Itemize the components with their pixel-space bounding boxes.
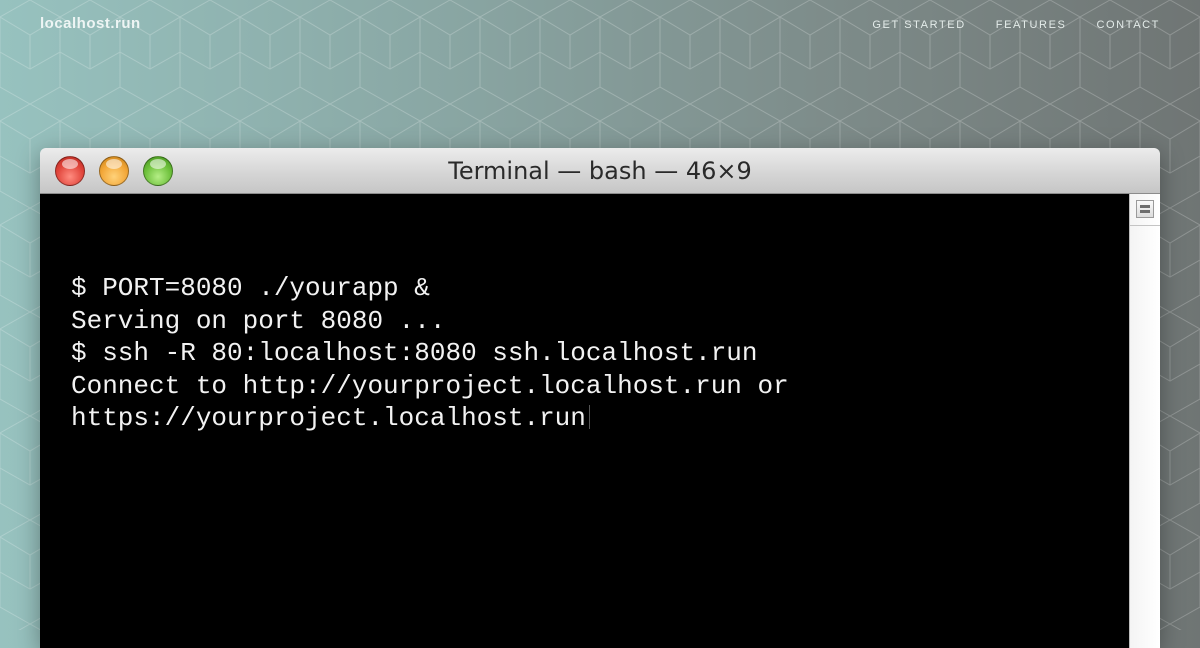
nav-link-contact[interactable]: CONTACT [1096, 19, 1160, 31]
terminal-line: Serving on port 8080 ... [71, 305, 446, 336]
scrollbar-divider [1130, 225, 1160, 226]
text-cursor [588, 405, 590, 429]
terminal-scrollbar[interactable] [1129, 194, 1160, 648]
terminal-line: $ PORT=8080 ./yourapp & [71, 273, 430, 303]
split-pane-icon[interactable] [1136, 200, 1154, 218]
terminal-titlebar[interactable]: Terminal — bash — 46×9 [40, 148, 1160, 194]
terminal-line: Connect to http://yourproject.localhost.… [71, 370, 789, 401]
nav-link-features[interactable]: FEATURES [996, 19, 1067, 31]
terminal-line-last: https://yourproject.localhost.run [71, 402, 789, 435]
brand-logo-link[interactable]: localhost.run [40, 15, 141, 32]
terminal-line: https://yourproject.localhost.run [71, 403, 586, 433]
terminal-screen[interactable]: $ PORT=8080 ./yourapp & Serving on port 8… [40, 194, 1129, 648]
terminal-window: Terminal — bash — 46×9 $ PORT=8080 ./you… [40, 148, 1160, 648]
nav-link-get-started[interactable]: GET STARTED [872, 19, 965, 31]
top-navigation-bar: localhost.run GET STARTED FEATURES CONTA… [0, 0, 1200, 50]
terminal-line: $ ssh -R 80:localhost:8080 ssh.localhost… [71, 338, 758, 368]
terminal-window-title: Terminal — bash — 46×9 [448, 157, 752, 185]
main-nav: GET STARTED FEATURES CONTACT [872, 19, 1160, 31]
terminal-output: $ PORT=8080 ./yourapp & Serving on port 8… [71, 272, 789, 435]
